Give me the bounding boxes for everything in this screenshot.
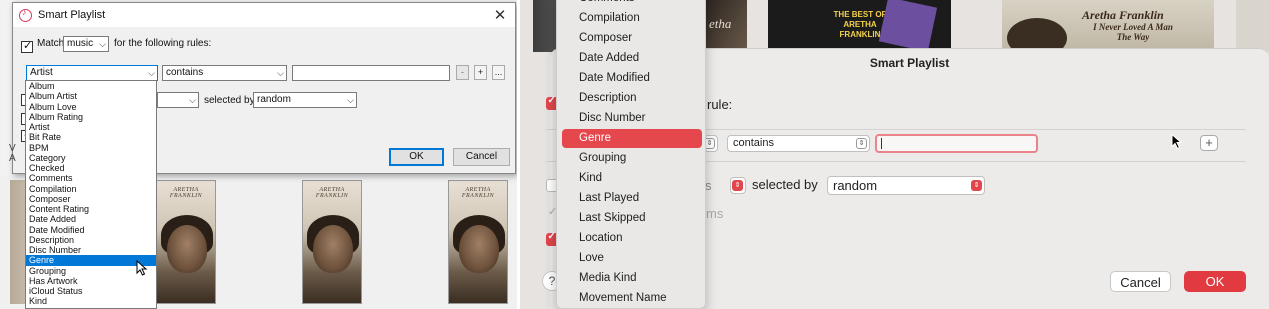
mouse-pointer-icon: [136, 260, 148, 276]
dropdown-option[interactable]: Date Modified: [26, 225, 156, 235]
mouse-pointer-icon: [1171, 133, 1183, 150]
rule-field-select[interactable]: Artist ⌵: [26, 65, 158, 81]
ok-button[interactable]: OK: [1184, 271, 1246, 292]
cancel-button[interactable]: Cancel: [453, 148, 510, 166]
album-art[interactable]: ARETHA FRANKLIN: [448, 180, 508, 304]
menu-item[interactable]: Comments: [579, 0, 635, 7]
dropdown-option[interactable]: iCloud Status: [26, 286, 156, 296]
dropdown-option[interactable]: Album Rating: [26, 112, 156, 122]
cancel-button[interactable]: Cancel: [1110, 271, 1171, 292]
dropdown-option[interactable]: Album: [26, 81, 156, 91]
menu-item[interactable]: Composer: [579, 29, 632, 47]
chevron-down-icon: ⌵: [189, 95, 196, 105]
menu-item[interactable]: Compilation: [579, 9, 640, 27]
menu-item[interactable]: Movement Name: [579, 289, 667, 307]
match-kind-select[interactable]: music ⌵: [63, 36, 109, 52]
menu-item[interactable]: Disc Number: [579, 109, 645, 127]
chevron-down-icon: ⌵: [99, 39, 106, 49]
dropdown-option[interactable]: Bit Rate: [26, 132, 156, 142]
selected-by-popup[interactable]: random ⇕: [827, 176, 985, 195]
menu-item[interactable]: Love: [579, 249, 604, 267]
selected-by-label: selected by: [204, 95, 255, 106]
dropdown-option[interactable]: Comments: [26, 173, 156, 183]
dropdown-option[interactable]: Date Added: [26, 214, 156, 224]
dropdown-option[interactable]: Disc Number: [26, 245, 156, 255]
rule-field-popup[interactable]: ⇕: [704, 135, 718, 152]
partial-label: A: [9, 153, 16, 164]
chevron-down-icon: ⌵: [148, 68, 155, 78]
menu-item[interactable]: Kind: [579, 169, 602, 187]
menu-item[interactable]: Media Kind: [579, 269, 637, 287]
close-icon[interactable]: ✕: [491, 6, 509, 24]
dropdown-option[interactable]: Content Rating: [26, 204, 156, 214]
windows-itunes-panel: ARETHA FRANKLIN ARETHA FRANKLIN ARETHA F…: [0, 0, 517, 309]
rule-field-menu[interactable]: Comments Compilation Composer Date Added Dat…: [556, 0, 706, 309]
chevron-down-icon: ⌵: [347, 95, 354, 105]
dropdown-option[interactable]: Album Artist: [26, 91, 156, 101]
rule-suffix-label: rule:: [707, 97, 733, 112]
menu-item[interactable]: Last Played: [579, 189, 639, 207]
stepper-icon: ⇕: [856, 138, 867, 149]
dropdown-option[interactable]: Album Love: [26, 102, 156, 112]
album-title: ARETHA FRANKLIN: [461, 187, 495, 199]
chevron-down-icon: ⌵: [277, 68, 284, 78]
dialog-title: Smart Playlist: [38, 9, 106, 21]
album-art[interactable]: THE BEST OF ARETHA FRANKLIN: [768, 0, 951, 52]
rule-operator-popup[interactable]: contains ⇕: [727, 135, 870, 152]
menu-item[interactable]: Date Modified: [579, 69, 650, 87]
match-label: Match: [37, 38, 65, 49]
add-rule-button[interactable]: +: [474, 65, 487, 80]
dropdown-option[interactable]: BPM: [26, 143, 156, 153]
album-title: ARETHA FRANKLIN: [169, 187, 203, 199]
macos-music-panel: etha THE BEST OF ARETHA FRANKLIN Aretha …: [520, 0, 1269, 309]
match-suffix-label: for the following rules:: [114, 38, 212, 49]
match-checkbox-row: Match: [21, 38, 64, 56]
limit-unit-popup[interactable]: ⇕: [730, 177, 746, 194]
selected-by-select[interactable]: random ⌵: [253, 92, 357, 108]
dropdown-option[interactable]: Kind: [26, 296, 156, 306]
dialog-titlebar: Smart Playlist ✕: [13, 3, 515, 27]
dropdown-option[interactable]: Has Artwork: [26, 276, 156, 286]
ok-button[interactable]: OK: [389, 148, 444, 166]
menu-item[interactable]: Description: [579, 89, 637, 107]
match-checked-label-partial: ms: [706, 206, 724, 221]
album-title: ARETHA FRANKLIN: [315, 187, 349, 199]
dropdown-option[interactable]: Checked: [26, 163, 156, 173]
dropdown-option[interactable]: Composer: [26, 194, 156, 204]
rule-value-input[interactable]: [875, 134, 1038, 153]
dropdown-option[interactable]: Category: [26, 153, 156, 163]
remove-rule-button[interactable]: -: [456, 65, 469, 80]
album-art[interactable]: Aretha Franklin I Never Loved A Man The …: [1002, 0, 1214, 52]
limit-unit-select[interactable]: ⌵: [157, 92, 199, 108]
itunes-icon: [19, 7, 32, 22]
stepper-icon: ⇕: [732, 180, 743, 191]
stepper-icon: ⇕: [971, 180, 982, 191]
album-title: I Never Loved A Man The Way: [1093, 22, 1173, 42]
selected-by-label: selected by: [752, 177, 818, 192]
rule-operator-select[interactable]: contains ⌵: [162, 65, 287, 81]
album-art-partial: [1236, 0, 1269, 52]
match-checkbox[interactable]: [21, 39, 33, 53]
add-rule-button[interactable]: +: [1200, 135, 1218, 151]
album-script-text: etha: [709, 16, 732, 31]
rule-value-input[interactable]: [292, 65, 450, 81]
menu-item[interactable]: Location: [579, 229, 622, 247]
dropdown-option[interactable]: Description: [26, 235, 156, 245]
dropdown-option[interactable]: Artist: [26, 122, 156, 132]
menu-item[interactable]: Last Skipped: [579, 209, 646, 227]
album-artist-text: Aretha Franklin: [1082, 8, 1164, 22]
album-art-partial: etha: [705, 0, 747, 52]
menu-item[interactable]: Date Added: [579, 49, 639, 67]
screenshot-root: ARETHA FRANKLIN ARETHA FRANKLIN ARETHA F…: [0, 0, 1269, 309]
dropdown-option[interactable]: Compilation: [26, 184, 156, 194]
nested-rule-button[interactable]: ...: [492, 65, 505, 80]
album-art[interactable]: ARETHA FRANKLIN: [302, 180, 362, 304]
album-art[interactable]: ARETHA FRANKLIN: [156, 180, 216, 304]
menu-item[interactable]: Genre: [579, 129, 611, 147]
menu-item[interactable]: Grouping: [579, 149, 626, 167]
